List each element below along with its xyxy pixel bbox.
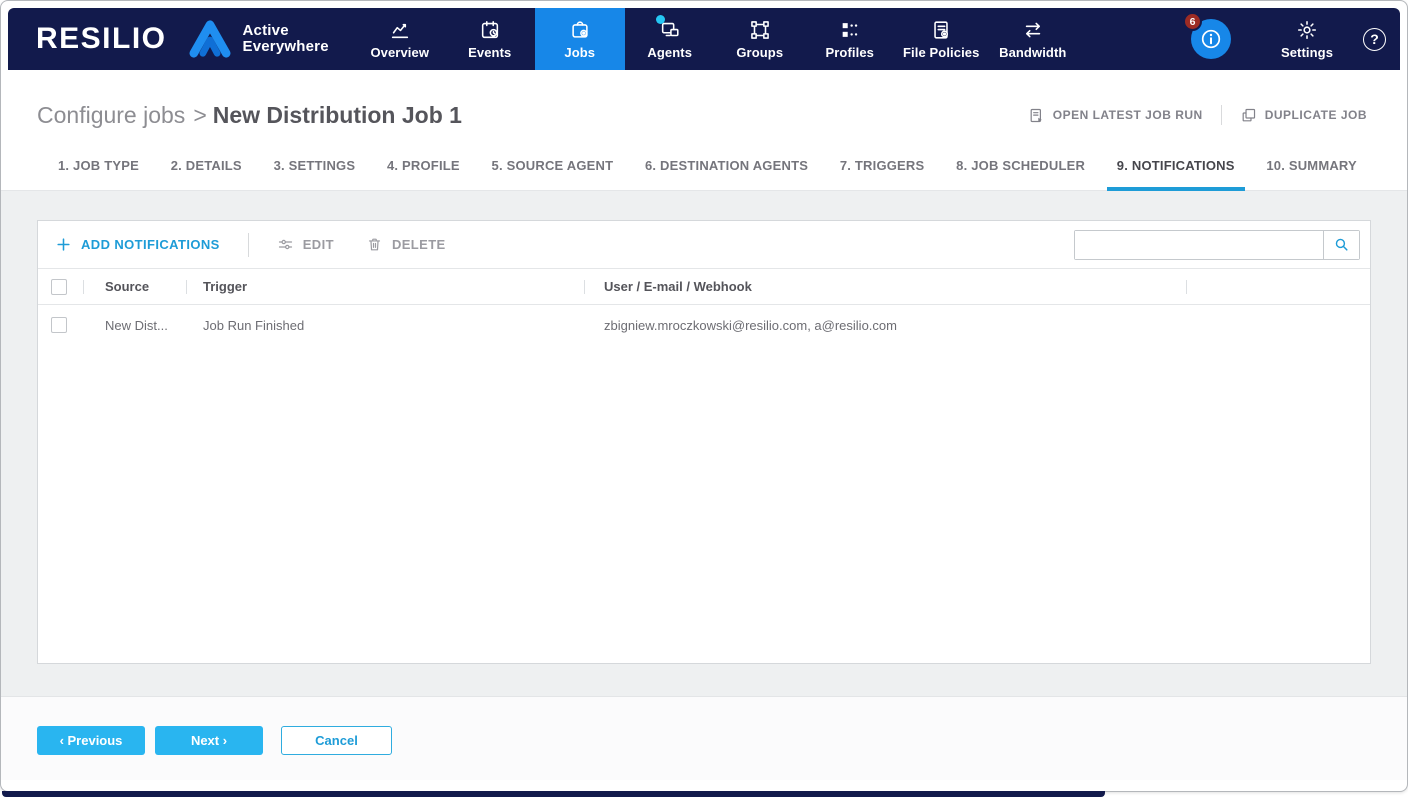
tab-settings[interactable]: 3. SETTINGS	[264, 154, 366, 191]
page-header: Configure jobs > New Distribution Job 1 OP…	[1, 70, 1407, 136]
column-user-email-webhook[interactable]: User / E-mail / Webhook	[585, 279, 1186, 294]
page-title: New Distribution Job 1	[212, 101, 462, 128]
table-row[interactable]: New Dist... Job Run Finished zbigniew.mr…	[38, 305, 1370, 345]
tab-summary[interactable]: 10. SUMMARY	[1256, 154, 1367, 191]
header-checkbox-cell	[38, 278, 83, 295]
agents-status-dot	[655, 14, 665, 24]
product-name: Active Everywhere	[242, 21, 329, 55]
notifications-card: ADD NOTIFICATIONS EDIT DELETE Source Tri…	[37, 220, 1371, 664]
row-trigger: Job Run Finished	[203, 317, 305, 333]
toolbar-divider	[247, 232, 249, 257]
bandwidth-arrows-icon	[1022, 19, 1044, 41]
wizard-tabs: 1. JOB TYPE 2. DETAILS 3. SETTINGS 4. PR…	[1, 136, 1407, 191]
delete-button[interactable]: DELETE	[366, 236, 446, 253]
open-job-run-icon	[1030, 108, 1042, 122]
question-mark-icon: ?	[1370, 31, 1379, 47]
breadcrumb-separator: >	[193, 101, 207, 128]
background-window-edge	[2, 791, 1105, 797]
tab-triggers[interactable]: 7. TRIGGERS	[830, 154, 935, 191]
row-checkbox-cell	[38, 317, 83, 333]
gear-icon	[1296, 19, 1318, 41]
next-button[interactable]: Next ›	[155, 726, 263, 755]
wizard-footer: ‹ Previous Next › Cancel	[1, 696, 1407, 780]
previous-button[interactable]: ‹ Previous	[37, 726, 145, 755]
nav-item-agents[interactable]: Agents	[625, 8, 715, 70]
search-box	[1074, 229, 1360, 260]
active-everywhere-mark-icon	[189, 20, 230, 58]
tab-destination-agents[interactable]: 6. DESTINATION AGENTS	[635, 154, 818, 191]
groups-icon	[749, 19, 771, 41]
top-navbar: RESILIO Active Everywhere Overview Event…	[8, 8, 1400, 70]
nav-item-bandwidth[interactable]: Bandwidth	[988, 8, 1078, 70]
nav-item-events[interactable]: Events	[445, 8, 535, 70]
calendar-clock-icon	[479, 19, 501, 41]
select-all-checkbox[interactable]	[51, 278, 67, 295]
profiles-icon	[839, 19, 861, 41]
header-actions-divider	[1220, 105, 1222, 125]
content-area: ADD NOTIFICATIONS EDIT DELETE Source Tri…	[1, 191, 1407, 696]
row-checkbox[interactable]	[51, 317, 67, 333]
active-everywhere-logo: Active Everywhere	[187, 19, 355, 59]
column-trigger[interactable]: Trigger	[187, 279, 584, 294]
help-button[interactable]: ?	[1363, 27, 1386, 51]
notifications-toolbar: ADD NOTIFICATIONS EDIT DELETE	[38, 221, 1370, 269]
table-header: Source Trigger User / E-mail / Webhook	[38, 269, 1370, 305]
duplicate-job-button[interactable]: DUPLICATE JOB	[1240, 107, 1367, 124]
agents-icon	[655, 14, 681, 41]
nav-item-groups[interactable]: Groups	[715, 8, 805, 70]
tab-job-type[interactable]: 1. JOB TYPE	[48, 154, 149, 191]
column-divider	[1186, 279, 1187, 294]
tab-source-agent[interactable]: 5. SOURCE AGENT	[482, 154, 624, 191]
nav-item-overview[interactable]: Overview	[355, 8, 445, 70]
search-icon	[1335, 238, 1348, 251]
notifications-info-button[interactable]: 6	[1183, 12, 1231, 59]
breadcrumb: Configure jobs > New Distribution Job 1	[37, 102, 462, 129]
file-gear-icon	[930, 19, 952, 41]
header-actions: OPEN LATEST JOB RUN DUPLICATE JOB	[1028, 105, 1367, 125]
notification-count-badge: 6	[1183, 12, 1202, 31]
row-recipients: zbigniew.mroczkowski@resilio.com, a@resi…	[604, 317, 897, 333]
search-button[interactable]	[1323, 230, 1359, 259]
plus-icon	[57, 238, 70, 251]
tab-profile[interactable]: 4. PROFILE	[377, 154, 470, 191]
row-source: New Dist...	[105, 317, 168, 333]
sliders-icon	[278, 239, 292, 250]
open-latest-job-run-button[interactable]: OPEN LATEST JOB RUN	[1028, 107, 1203, 124]
duplicate-icon	[1242, 108, 1255, 121]
search-input[interactable]	[1075, 230, 1323, 259]
tab-details[interactable]: 2. DETAILS	[161, 154, 252, 191]
cancel-button[interactable]: Cancel	[281, 726, 392, 755]
edit-button[interactable]: EDIT	[277, 236, 334, 253]
main-nav: Overview Events Jobs Agents Groups Profi…	[355, 8, 1078, 70]
info-icon	[1201, 29, 1221, 49]
trash-icon	[368, 238, 380, 251]
briefcase-gear-icon	[569, 19, 591, 41]
column-source[interactable]: Source	[84, 279, 186, 294]
nav-item-file-policies[interactable]: File Policies	[895, 8, 988, 70]
resilio-logo: RESILIO	[36, 22, 167, 55]
breadcrumb-configure-jobs[interactable]: Configure jobs	[37, 102, 185, 128]
nav-item-settings[interactable]: Settings	[1277, 8, 1337, 70]
nav-item-profiles[interactable]: Profiles	[805, 8, 895, 70]
tab-job-scheduler[interactable]: 8. JOB SCHEDULER	[946, 154, 1095, 191]
tab-notifications[interactable]: 9. NOTIFICATIONS	[1106, 154, 1245, 191]
line-chart-icon	[389, 19, 411, 41]
nav-item-jobs[interactable]: Jobs	[534, 8, 625, 70]
navbar-right-cluster: 6 Settings ?	[1183, 8, 1400, 70]
app-window: RESILIO Active Everywhere Overview Event…	[0, 0, 1408, 792]
add-notifications-button[interactable]: ADD NOTIFICATIONS	[55, 236, 220, 253]
